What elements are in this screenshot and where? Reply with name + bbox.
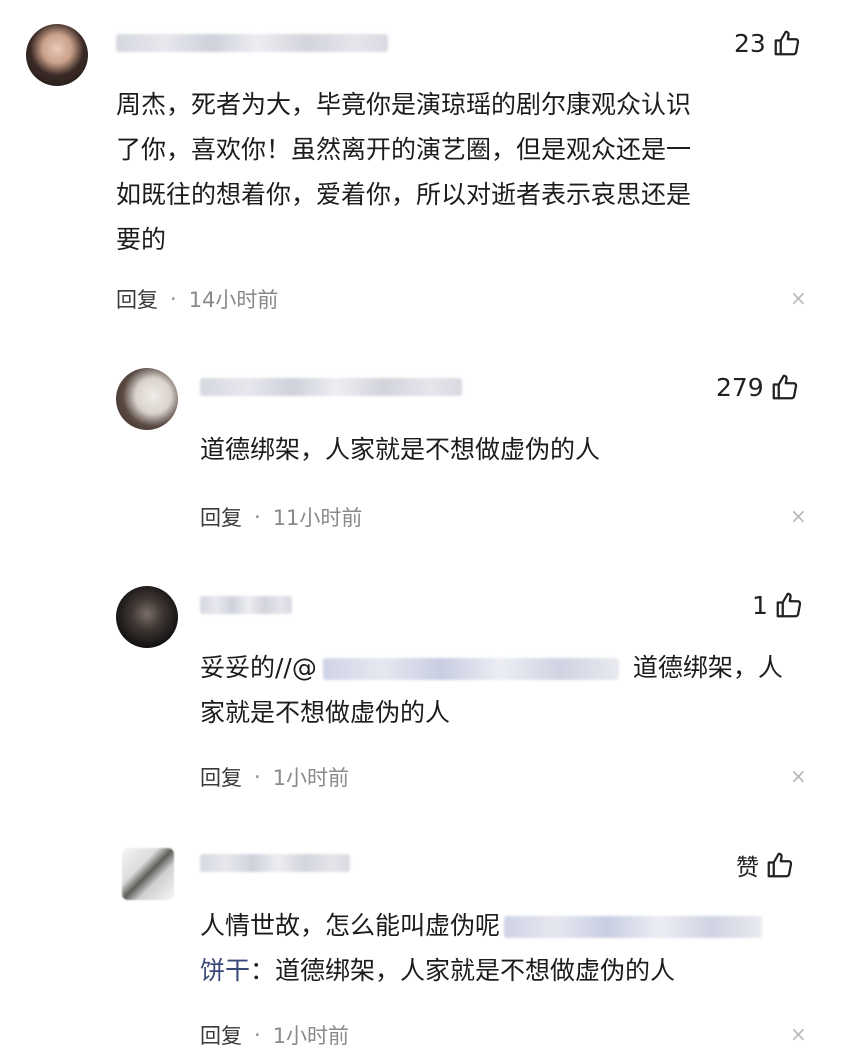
separator: · — [170, 287, 177, 311]
comment-meta: 回复 · 14小时前 — [116, 284, 278, 314]
comment-line: 妥妥的//@ 道德绑架，人 — [200, 645, 783, 690]
username-blurred[interactable] — [200, 854, 350, 872]
thumbs-up-icon — [774, 30, 799, 56]
avatar[interactable] — [116, 368, 178, 430]
quoted-text: 道德绑架，人 — [632, 653, 783, 682]
reply-button[interactable]: 回复 — [116, 284, 158, 314]
close-icon[interactable]: × — [790, 764, 807, 788]
like-button[interactable]: 23 — [734, 28, 802, 58]
timestamp: 1小时前 — [272, 1024, 350, 1048]
comment-text: 人情世故，怎么能叫虚伪呢 饼干：道德绑架，人家就是不想做虚伪的人 — [200, 903, 763, 993]
comment-prefix: 人情世故，怎么能叫虚伪呢 — [200, 911, 501, 940]
close-icon[interactable]: × — [790, 286, 807, 310]
like-count: 23 — [734, 28, 766, 58]
username-blurred[interactable] — [200, 378, 462, 396]
like-count: 279 — [716, 372, 764, 402]
comment-text: 周杰，死者为大，毕竟你是演琼瑶的剧尔康观众认识 了你，喜欢你！虽然离开的演艺圈，… — [116, 82, 691, 262]
comment-line: 家就是不想做虚伪的人 — [200, 698, 451, 727]
like-button[interactable]: 赞 — [736, 848, 795, 882]
like-button[interactable]: 279 — [716, 372, 800, 402]
like-label: 赞 — [736, 855, 759, 881]
timestamp: 11小时前 — [272, 506, 363, 530]
comment-line: 道德绑架，人家就是不想做虚伪的人 — [200, 435, 601, 464]
timestamp: 14小时前 — [188, 288, 279, 312]
separator: · — [254, 505, 261, 529]
comment-line: 饼干：道德绑架，人家就是不想做虚伪的人 — [200, 948, 762, 993]
quoted-text: ：道德绑架，人家就是不想做虚伪的人 — [250, 956, 676, 985]
comment-text: 妥妥的//@ 道德绑架，人 家就是不想做虚伪的人 — [200, 645, 783, 735]
mention-blurred[interactable] — [504, 916, 763, 938]
separator: · — [254, 1023, 261, 1047]
thumbs-up-icon — [776, 592, 802, 618]
reply-button[interactable]: 回复 — [200, 762, 242, 792]
comment-text: 道德绑架，人家就是不想做虚伪的人 — [200, 427, 600, 472]
mention-link[interactable]: 饼干 — [200, 956, 250, 985]
comment-line: 人情世故，怎么能叫虚伪呢 — [200, 903, 763, 948]
comment-meta: 回复 · 11小时前 — [200, 502, 362, 532]
reply-button[interactable]: 回复 — [200, 1020, 242, 1050]
comment-line: 了你，喜欢你！虽然离开的演艺圈，但是观众还是一 — [116, 135, 692, 164]
thumbs-up-icon — [767, 852, 793, 878]
comment-line: 周杰，死者为大，毕竟你是演琼瑶的剧尔康观众认识 — [116, 90, 692, 119]
thumbs-up-icon — [772, 374, 797, 400]
close-icon[interactable]: × — [790, 504, 807, 528]
like-count: 1 — [752, 590, 768, 620]
reply-button[interactable]: 回复 — [200, 502, 242, 532]
avatar[interactable] — [122, 848, 174, 900]
comment-prefix: 妥妥的//@ — [200, 653, 317, 682]
separator: · — [254, 765, 261, 789]
comment-meta: 回复 · 1小时前 — [200, 762, 349, 792]
close-icon[interactable]: × — [790, 1022, 807, 1046]
username-blurred[interactable] — [200, 596, 292, 614]
mention-blurred[interactable] — [322, 658, 619, 680]
avatar[interactable] — [26, 24, 88, 86]
avatar[interactable] — [116, 586, 178, 648]
username-blurred[interactable] — [116, 34, 388, 52]
comment-meta: 回复 · 1小时前 — [200, 1020, 349, 1050]
like-button[interactable]: 1 — [752, 590, 804, 620]
timestamp: 1小时前 — [272, 766, 350, 790]
comment-line: 如既往的想着你，爱着你，所以对逝者表示哀思还是 — [116, 180, 692, 209]
comment-line: 要的 — [116, 225, 167, 254]
